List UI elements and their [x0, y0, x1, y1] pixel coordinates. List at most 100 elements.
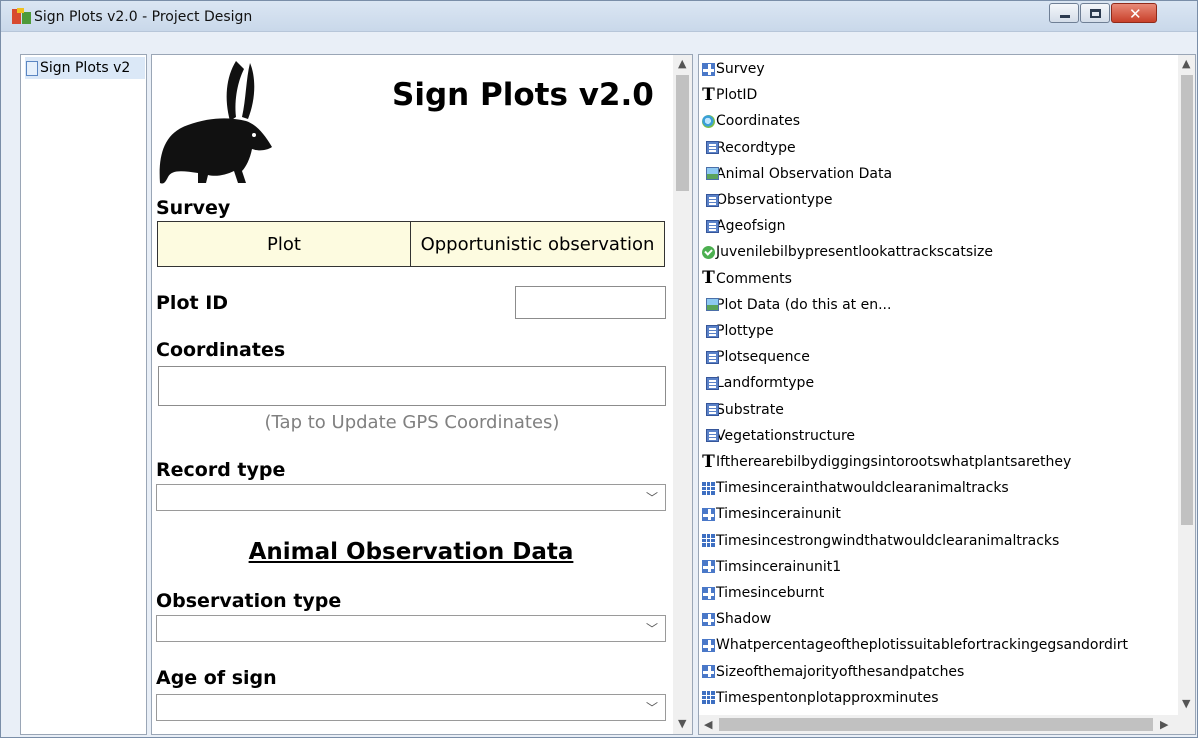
scroll-down-icon[interactable]: ▼: [1182, 697, 1190, 710]
field-list-item[interactable]: Animal Observation Data: [702, 163, 892, 185]
field-list-item[interactable]: Plotsequence: [702, 346, 810, 368]
survey-option-opportunistic[interactable]: Opportunistic observation: [411, 222, 664, 266]
close-icon: ✕: [1129, 5, 1142, 23]
tree-item-sign-plots[interactable]: Sign Plots v2: [25, 57, 145, 79]
coordinates-field[interactable]: [158, 366, 666, 406]
plot-id-label: Plot ID: [156, 292, 229, 314]
close-button[interactable]: ✕: [1111, 3, 1157, 23]
field-list-item[interactable]: Vegetationstructure: [702, 425, 855, 447]
field-list-item[interactable]: Plot Data (do this at en...: [702, 294, 891, 316]
group-field-icon: [702, 586, 715, 600]
group-field-icon: [702, 560, 715, 574]
group-field-icon: [702, 665, 715, 679]
field-list-vscroll-thumb[interactable]: [1181, 75, 1193, 525]
field-list-label: Timsincerainunit1: [716, 558, 842, 575]
survey-label: Survey: [156, 197, 231, 219]
field-list-hscroll-thumb[interactable]: [719, 718, 1153, 731]
survey-option-plot[interactable]: Plot: [158, 222, 411, 266]
field-list-label: Sizeofthemajorityofthesandpatches: [716, 663, 965, 680]
field-list-item[interactable]: Timesinceburnt: [702, 582, 824, 604]
field-list-item[interactable]: Sizeofthemajorityofthesandpatches: [702, 661, 964, 683]
field-list-hscroll[interactable]: ◀ ▶: [699, 715, 1178, 734]
field-list-label: Iftherearebilbydiggingsintorootswhatplan…: [716, 454, 1072, 470]
field-list-item[interactable]: T Comments: [702, 268, 792, 290]
field-list-item[interactable]: Shadow: [702, 608, 771, 630]
field-list-item[interactable]: Plottype: [702, 320, 774, 342]
survey-selector: Plot Opportunistic observation: [157, 221, 665, 267]
grid-field-icon: [702, 481, 715, 495]
select-field-icon: [706, 324, 719, 338]
field-list-label: Timesincestrongwindthatwouldclearanimalt…: [716, 532, 1060, 549]
age-of-sign-select[interactable]: ﹀: [156, 694, 666, 721]
select-field-icon: [706, 403, 719, 417]
form-scrollbar[interactable]: ▲ ▼: [673, 55, 692, 734]
field-list-label: Landformtype: [716, 375, 815, 392]
field-list-item[interactable]: Coordinates: [702, 110, 800, 132]
field-list-item[interactable]: Timesincerainunit: [702, 503, 841, 525]
field-list-label: Recordtype: [716, 139, 796, 156]
minimize-button[interactable]: [1049, 3, 1079, 23]
field-list-vscroll[interactable]: ▲ ▼: [1178, 55, 1195, 715]
select-field-icon: [706, 350, 719, 364]
field-list-item[interactable]: Observationtype: [702, 189, 833, 211]
group-field-icon: [702, 638, 715, 652]
field-list-label: Timesincerainunit: [716, 506, 841, 523]
field-list-label: Plottype: [716, 323, 774, 339]
grid-field-icon: [702, 534, 715, 548]
field-list-label: Plot Data (do this at en...: [716, 296, 892, 313]
field-list-label: Substrate: [716, 401, 784, 418]
record-type-select[interactable]: ﹀: [156, 484, 666, 511]
scroll-up-icon[interactable]: ▲: [1182, 57, 1190, 70]
text-field-icon: T: [702, 268, 715, 289]
resize-grip[interactable]: [1178, 715, 1195, 734]
field-list-item[interactable]: Whatpercentageoftheplotissuitablefortrac…: [702, 634, 1128, 656]
chevron-down-icon: ﹀: [645, 622, 658, 636]
field-list-item[interactable]: Timesincerainthatwouldclearanimaltracks: [702, 477, 1009, 499]
field-list-item[interactable]: Recordtype: [702, 137, 796, 159]
coordinates-hint[interactable]: (Tap to Update GPS Coordinates): [158, 412, 666, 433]
scroll-down-icon[interactable]: ▼: [678, 717, 686, 730]
observation-type-select[interactable]: ﹀: [156, 615, 666, 642]
minimize-icon: [1060, 15, 1070, 18]
scroll-left-icon[interactable]: ◀: [704, 718, 712, 731]
form-scroll-thumb[interactable]: [676, 75, 689, 191]
field-list-item[interactable]: Timesincestrongwindthatwouldclearanimalt…: [702, 530, 1059, 552]
field-list-item[interactable]: Timespentonplotapproxminutes: [702, 687, 939, 709]
select-field-icon: [706, 429, 719, 443]
field-list-label: Plotsequence: [716, 349, 810, 366]
observation-type-label: Observation type: [156, 590, 342, 612]
group-field-icon: [702, 62, 715, 76]
field-list-label: Vegetationstructure: [716, 427, 856, 444]
field-list-label: Animal Observation Data: [716, 165, 893, 182]
label-field-icon: [706, 167, 719, 181]
scroll-up-icon[interactable]: ▲: [678, 57, 686, 70]
field-list-item[interactable]: T PlotID: [702, 84, 757, 106]
text-field-icon: T: [702, 84, 715, 105]
field-list-item[interactable]: T Iftherearebilbydiggingsintorootswhatpla…: [702, 451, 1071, 473]
section-animal-observation: Animal Observation Data: [248, 539, 574, 565]
field-list-item[interactable]: Ageofsign: [702, 215, 786, 237]
field-list-item[interactable]: Juvenilebilbypresentlookattrackscatsize: [702, 241, 993, 263]
label-field-icon: [706, 298, 719, 312]
group-field-icon: [702, 612, 715, 626]
maximize-icon: [1090, 9, 1101, 18]
app-window: Sign Plots v2.0 - Project Design ✕ Sign …: [0, 0, 1198, 738]
plot-id-field[interactable]: [515, 286, 666, 319]
scroll-right-icon[interactable]: ▶: [1160, 718, 1168, 731]
field-list-item[interactable]: Timsincerainunit1: [702, 556, 841, 578]
age-of-sign-label: Age of sign: [156, 667, 277, 689]
record-type-label: Record type: [156, 459, 286, 481]
field-list-item[interactable]: Substrate: [702, 399, 784, 421]
maximize-button[interactable]: [1080, 3, 1110, 23]
title-bar: Sign Plots v2.0 - Project Design ✕: [1, 1, 1197, 32]
field-list-label: Timesinceburnt: [716, 585, 825, 601]
field-list-label: PlotID: [716, 87, 758, 104]
field-list-item[interactable]: Landformtype: [702, 372, 814, 394]
app-icon: [12, 8, 31, 24]
field-list-item[interactable]: Survey: [702, 58, 765, 80]
yes-no-field-icon: [702, 245, 715, 259]
gps-field-icon: [702, 114, 715, 128]
coordinates-label: Coordinates: [156, 339, 286, 361]
project-tree: Sign Plots v2: [20, 54, 147, 735]
form-title: Sign Plots v2.0: [392, 77, 654, 113]
